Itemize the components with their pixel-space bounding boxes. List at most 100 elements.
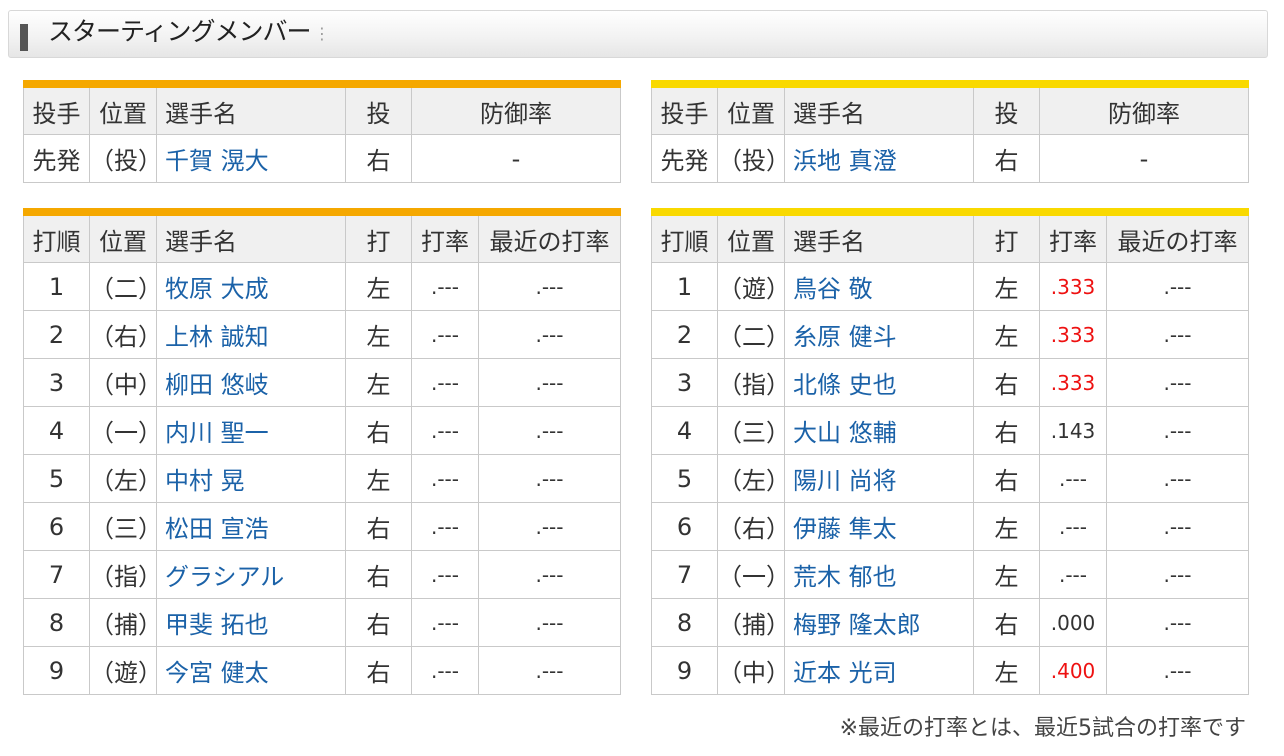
- away-batting-header-row: 打順 位置 選手名 打 打率 最近の打率: [651, 211, 1249, 263]
- batter-name-link[interactable]: 北條 史也: [784, 358, 974, 407]
- batter-name-link[interactable]: 伊藤 隼太: [784, 502, 974, 551]
- pitcher-era: -: [1039, 134, 1249, 183]
- batting-average: .---: [411, 598, 479, 647]
- pitcher-position: （投）: [717, 134, 785, 183]
- pitcher-name-link[interactable]: 浜地 真澄: [784, 134, 974, 183]
- table-row: 7 （指） グラシアル右 .--- .---: [23, 550, 621, 599]
- batter-name-link[interactable]: 中村 晃: [156, 454, 346, 503]
- batting-average: .---: [1039, 550, 1107, 599]
- batter-name-link[interactable]: 大山 悠輔: [784, 406, 974, 455]
- table-row: 1 （遊） 鳥谷 敬左 .333 .---: [651, 262, 1249, 311]
- pitcher-era: -: [411, 134, 621, 183]
- batting-order: 9: [651, 646, 718, 695]
- batting-order: 6: [23, 502, 90, 551]
- section-title: スターティングメンバー: [48, 17, 312, 46]
- home-pitcher-header-row: 投手 位置 選手名 投 防御率: [23, 83, 621, 135]
- header-cell: 最近の打率: [1106, 211, 1249, 263]
- batter-position: （三）: [717, 406, 785, 455]
- batting-order: 3: [23, 358, 90, 407]
- header-cell: 打順: [651, 211, 718, 263]
- batting-order: 5: [23, 454, 90, 503]
- batter-name-link[interactable]: 柳田 悠岐: [156, 358, 346, 407]
- batter-bats: 右: [973, 406, 1040, 455]
- table-row: 8 （捕） 梅野 隆太郎右 .000 .---: [651, 598, 1249, 647]
- home-batting-table: 打順 位置 選手名 打 打率 最近の打率 1 （二） 牧原 大成左 .--- .--- 2…: [23, 208, 621, 695]
- batter-name-link[interactable]: 甲斐 拓也: [156, 598, 346, 647]
- batting-order: 6: [651, 502, 718, 551]
- pitcher-throws: 右: [345, 134, 412, 183]
- batter-bats: 右: [345, 502, 412, 551]
- table-row: 2 （二） 糸原 健斗左 .333 .---: [651, 310, 1249, 359]
- header-cell: 打順: [23, 211, 90, 263]
- batter-bats: 左: [973, 310, 1040, 359]
- batter-bats: 右: [345, 550, 412, 599]
- header-cell: 防御率: [1039, 83, 1249, 135]
- batting-order: 4: [651, 406, 718, 455]
- batter-position: （中）: [89, 358, 157, 407]
- table-row: 4 （一） 内川 聖一右 .--- .---: [23, 406, 621, 455]
- batter-position: （捕）: [717, 598, 785, 647]
- batter-bats: 左: [973, 502, 1040, 551]
- batting-average: .333: [1039, 358, 1107, 407]
- batter-bats: 左: [345, 358, 412, 407]
- pitcher-role: 先発: [651, 134, 718, 183]
- batting-order: 3: [651, 358, 718, 407]
- batter-position: （右）: [89, 310, 157, 359]
- batter-name-link[interactable]: 鳥谷 敬: [784, 262, 974, 311]
- batter-name-link[interactable]: 陽川 尚将: [784, 454, 974, 503]
- recent-average: .---: [1106, 502, 1249, 551]
- header-cell: 投手: [651, 83, 718, 135]
- batting-order: 7: [651, 550, 718, 599]
- batting-average: .---: [1039, 502, 1107, 551]
- batter-name-link[interactable]: 糸原 健斗: [784, 310, 974, 359]
- batter-name-link[interactable]: 松田 宣浩: [156, 502, 346, 551]
- batting-average: .---: [411, 358, 479, 407]
- batter-position: （右）: [717, 502, 785, 551]
- batter-bats: 左: [973, 262, 1040, 311]
- table-row: 2 （右） 上林 誠知左 .--- .---: [23, 310, 621, 359]
- table-row: 5 （左） 中村 晃左 .--- .---: [23, 454, 621, 503]
- batter-name-link[interactable]: 上林 誠知: [156, 310, 346, 359]
- batter-position: （中）: [717, 646, 785, 695]
- batting-average: .333: [1039, 310, 1107, 359]
- batting-average: .---: [411, 646, 479, 695]
- batting-average: .333: [1039, 262, 1107, 311]
- table-row: 5 （左） 陽川 尚将右 .--- .---: [651, 454, 1249, 503]
- header-cell: 投: [345, 83, 412, 135]
- home-pitcher-row: 先発 （投） 千賀 滉大 右 -: [23, 134, 621, 183]
- batter-bats: 左: [973, 646, 1040, 695]
- batter-name-link[interactable]: 今宮 健太: [156, 646, 346, 695]
- batter-bats: 右: [973, 598, 1040, 647]
- batter-bats: 左: [345, 310, 412, 359]
- header-cell: 防御率: [411, 83, 621, 135]
- batter-position: （遊）: [89, 646, 157, 695]
- table-row: 1 （二） 牧原 大成左 .--- .---: [23, 262, 621, 311]
- header-cell: 位置: [89, 83, 157, 135]
- batting-order: 2: [23, 310, 90, 359]
- batting-average: .---: [411, 262, 479, 311]
- recent-average: .---: [478, 358, 621, 407]
- table-row: 9 （中） 近本 光司左 .400 .---: [651, 646, 1249, 695]
- batter-name-link[interactable]: 梅野 隆太郎: [784, 598, 974, 647]
- pitcher-name-link[interactable]: 千賀 滉大: [156, 134, 346, 183]
- header-cell: 位置: [717, 83, 785, 135]
- batting-order: 9: [23, 646, 90, 695]
- batter-name-link[interactable]: 内川 聖一: [156, 406, 346, 455]
- header-cell: 打: [345, 211, 412, 263]
- batter-name-link[interactable]: 牧原 大成: [156, 262, 346, 311]
- batter-position: （左）: [89, 454, 157, 503]
- batter-bats: 右: [973, 454, 1040, 503]
- pitcher-position: （投）: [89, 134, 157, 183]
- batter-bats: 左: [345, 454, 412, 503]
- table-row: 6 （三） 松田 宣浩右 .--- .---: [23, 502, 621, 551]
- header-cell: 選手名: [156, 211, 346, 263]
- batter-name-link[interactable]: 荒木 郁也: [784, 550, 974, 599]
- batter-name-link[interactable]: 近本 光司: [784, 646, 974, 695]
- table-row: 8 （捕） 甲斐 拓也右 .--- .---: [23, 598, 621, 647]
- header-cell: 打率: [1039, 211, 1107, 263]
- recent-average: .---: [478, 454, 621, 503]
- recent-average: .---: [478, 262, 621, 311]
- batter-position: （二）: [717, 310, 785, 359]
- batter-name-link[interactable]: グラシアル: [156, 550, 346, 599]
- home-pitcher-table: 投手 位置 選手名 投 防御率 先発 （投） 千賀 滉大 右 -: [23, 80, 621, 183]
